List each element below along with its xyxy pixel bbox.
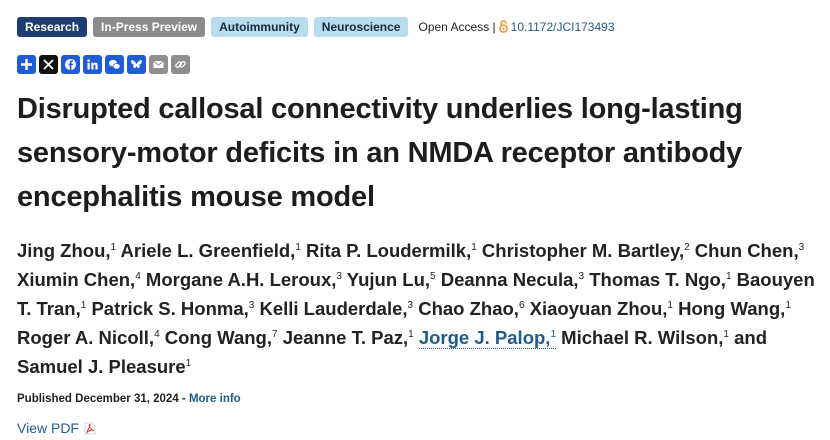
author-name: Hong Wang,1 xyxy=(678,298,791,319)
author-link-palop[interactable]: Jorge J. Palop,1 xyxy=(418,327,557,349)
open-access-info: Open Access | 10.1172/JCI173493 xyxy=(418,20,614,34)
author-name: Xiaoyuan Zhou,1 xyxy=(529,298,673,319)
more-info-link[interactable]: More info xyxy=(189,393,241,405)
author-name: Yujun Lu,5 xyxy=(346,269,436,290)
doi-link[interactable]: 10.1172/JCI173493 xyxy=(511,20,615,34)
author-name: Roger A. Nicoll,4 xyxy=(17,327,160,348)
wechat-icon[interactable] xyxy=(105,55,124,74)
author-name: Jing Zhou,1 xyxy=(17,240,117,261)
author-name: Thomas T. Ngo,1 xyxy=(589,269,732,290)
x-icon[interactable] xyxy=(39,55,58,74)
author-name: Deanna Necula,3 xyxy=(440,269,585,290)
author-name: Cong Wang,7 xyxy=(164,327,278,348)
share-toolbar xyxy=(17,55,190,74)
link-icon[interactable] xyxy=(171,55,190,74)
view-pdf-label: View PDF xyxy=(17,420,79,436)
author-name: Michael R. Wilson,1 xyxy=(561,327,729,348)
author-name: Jeanne T. Paz,1 xyxy=(282,327,414,348)
publication-date: Published December 31, 2024 - More info xyxy=(17,393,241,405)
article-title: Disrupted callosal connectivity underlie… xyxy=(17,93,743,213)
autoimmunity-tag[interactable]: Autoimmunity xyxy=(211,16,308,37)
pdf-file-icon xyxy=(84,422,96,434)
research-tag[interactable]: Research xyxy=(17,16,88,37)
published-label: Published December 31, 2024 - xyxy=(17,393,186,405)
open-access-icon xyxy=(498,20,508,33)
author-name: Kelli Lauderdale,3 xyxy=(259,298,414,319)
email-icon[interactable] xyxy=(149,55,168,74)
author-name: Chao Zhao,6 xyxy=(418,298,525,319)
view-pdf-link[interactable]: View PDF xyxy=(17,420,96,436)
open-access-label: Open Access | xyxy=(418,19,496,34)
author-name: Xiumin Chen,4 xyxy=(17,269,141,290)
author-name: Rita P. Loudermilk,1 xyxy=(306,240,477,261)
author-list: Jing Zhou,1 Ariele L. Greenfield,1 Rita … xyxy=(17,236,822,381)
author-name: Morgane A.H. Leroux,3 xyxy=(145,269,342,290)
share-plus-icon[interactable] xyxy=(17,55,36,74)
author-name: Ariele L. Greenfield,1 xyxy=(120,240,301,261)
article-tag-bar: Research In-Press Preview Autoimmunity N… xyxy=(17,16,615,37)
facebook-icon[interactable] xyxy=(61,55,80,74)
in-press-preview-tag[interactable]: In-Press Preview xyxy=(93,16,206,37)
linkedin-icon[interactable] xyxy=(83,55,102,74)
bluesky-icon[interactable] xyxy=(127,55,146,74)
author-name: Patrick S. Honma,3 xyxy=(91,298,255,319)
neuroscience-tag[interactable]: Neuroscience xyxy=(313,16,409,37)
author-name: Chun Chen,3 xyxy=(694,240,805,261)
author-name: Christopher M. Bartley,2 xyxy=(481,240,690,261)
